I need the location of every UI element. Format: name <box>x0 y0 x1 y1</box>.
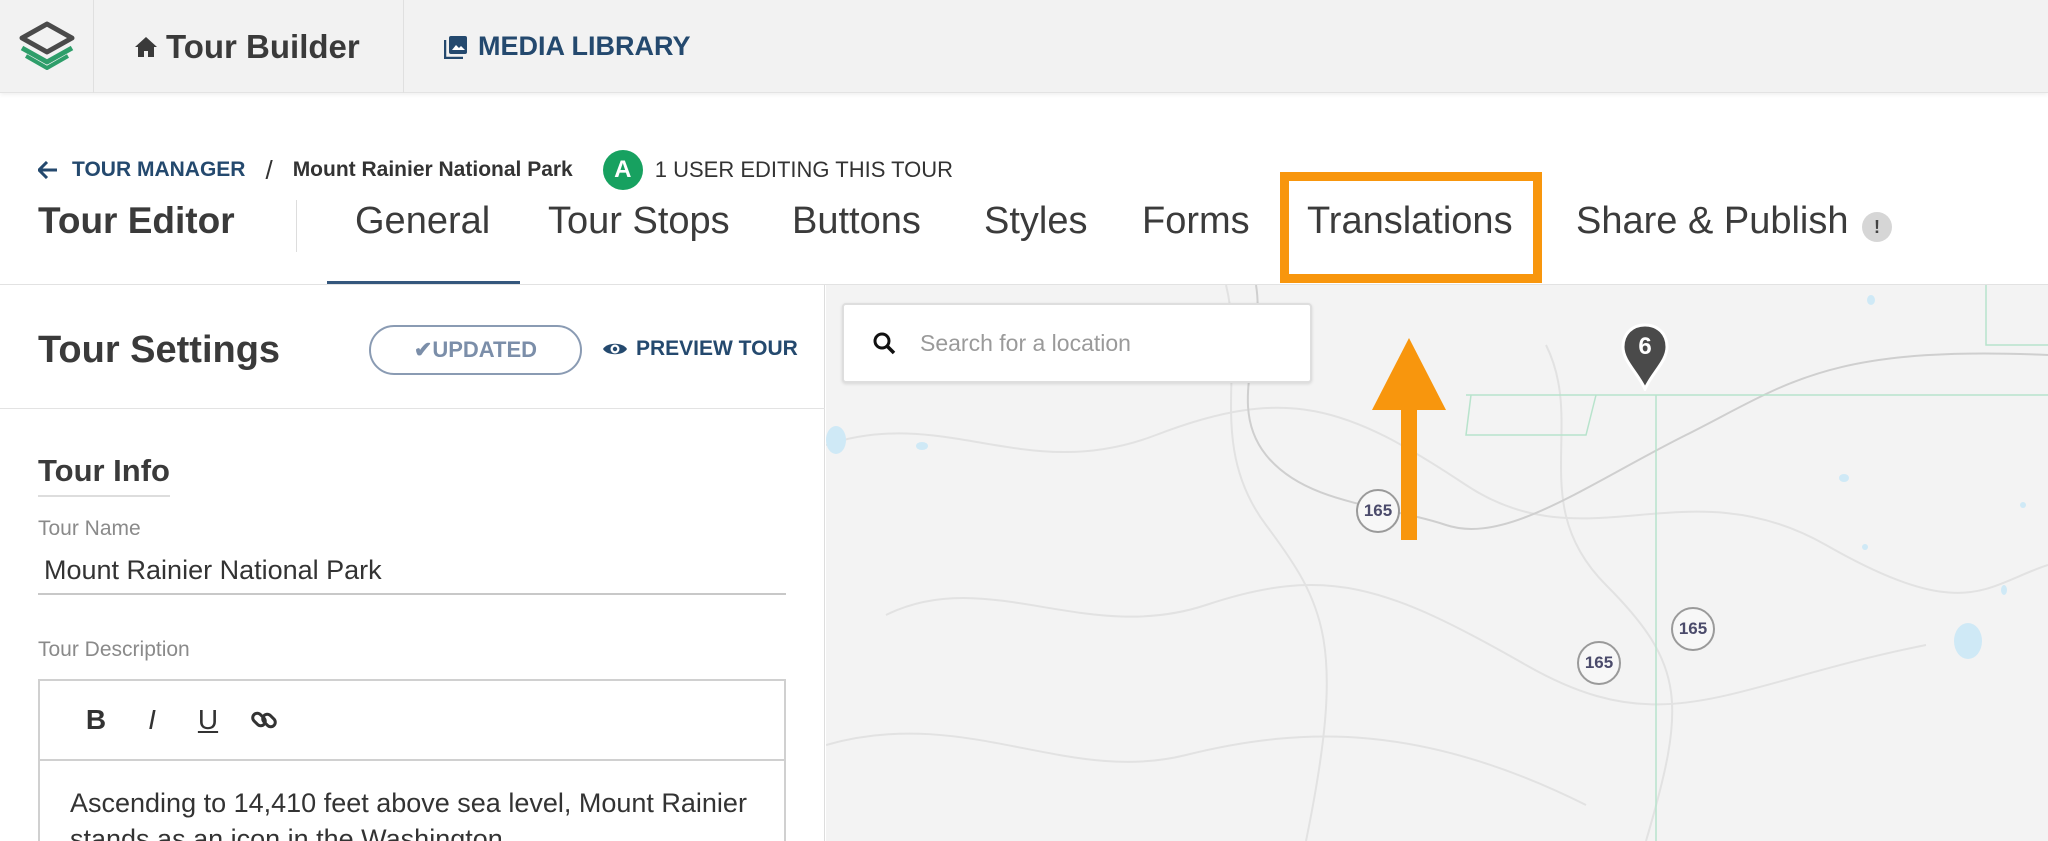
preview-tour-label: PREVIEW TOUR <box>636 337 798 360</box>
home-icon <box>135 36 157 57</box>
tour-builder-link[interactable]: Tour Builder <box>94 0 404 93</box>
preview-tour-link[interactable]: PREVIEW TOUR <box>602 337 798 361</box>
title-divider <box>296 200 297 252</box>
tour-settings-panel: Tour Settings ✔UPDATED PREVIEW TOUR Tour… <box>0 285 825 841</box>
settings-title: Tour Settings <box>38 329 281 371</box>
tour-stop-number: 6 <box>1638 333 1652 360</box>
layers-logo-icon <box>19 21 74 70</box>
tour-name-input[interactable] <box>38 547 786 595</box>
route-shield: 165 <box>1577 641 1621 685</box>
media-library-label: MEDIA LIBRARY <box>478 31 691 61</box>
link-button[interactable] <box>236 698 292 742</box>
translations-highlight-box <box>1280 172 1542 283</box>
back-to-tour-manager-link[interactable]: TOUR MANAGER <box>38 158 245 182</box>
breadcrumb: TOUR MANAGER / Mount Rainier National Pa… <box>38 150 954 190</box>
tab-general[interactable]: General <box>355 200 490 243</box>
media-library-link[interactable]: MEDIA LIBRARY <box>444 0 691 93</box>
tab-forms[interactable]: Forms <box>1142 200 1250 243</box>
editing-status: 1 USER EDITING THIS TOUR <box>654 157 954 182</box>
search-icon <box>873 332 896 355</box>
alert-badge: ! <box>1862 212 1892 242</box>
description-text[interactable]: Ascending to 14,410 feet above sea level… <box>40 761 784 841</box>
page-title: Tour Editor <box>38 200 235 241</box>
tab-styles[interactable]: Styles <box>984 200 1087 243</box>
link-icon <box>251 711 277 729</box>
arrow-left-icon <box>38 161 57 179</box>
avatar[interactable]: A <box>602 150 643 190</box>
map-search-box[interactable] <box>842 303 1312 383</box>
settings-header: Tour Settings ✔UPDATED PREVIEW TOUR <box>0 285 825 409</box>
app-name: Tour Builder <box>166 27 360 65</box>
tab-buttons[interactable]: Buttons <box>792 200 921 243</box>
active-editors: A 1 USER EDITING THIS TOUR <box>602 150 954 190</box>
breadcrumb-separator: / <box>265 154 273 185</box>
eye-icon <box>603 343 627 355</box>
top-bar: Tour Builder MEDIA LIBRARY <box>0 0 2048 93</box>
tour-info-heading: Tour Info <box>38 453 170 497</box>
tab-tour-stops[interactable]: Tour Stops <box>548 200 730 243</box>
bold-button[interactable]: B <box>68 698 124 742</box>
tab-share-publish[interactable]: Share & Publish <box>1576 200 1849 243</box>
updated-button[interactable]: ✔UPDATED <box>369 325 582 375</box>
route-shield: 165 <box>1671 607 1715 651</box>
description-editor: B I U Ascending to 14,410 feet above sea… <box>38 679 786 841</box>
underline-button[interactable]: U <box>180 698 236 742</box>
tour-name-label: Tour Name <box>38 517 141 540</box>
tour-description-label: Tour Description <box>38 638 190 661</box>
map-search-input[interactable] <box>920 329 1280 357</box>
app-logo[interactable] <box>0 0 94 93</box>
breadcrumb-current: Mount Rainier National Park <box>292 158 573 181</box>
image-library-icon <box>444 35 467 59</box>
tour-manager-label: TOUR MANAGER <box>72 158 246 181</box>
italic-button[interactable]: I <box>124 698 180 742</box>
arrow-up-icon <box>1372 338 1446 540</box>
editor-toolbar: B I U <box>40 681 784 761</box>
